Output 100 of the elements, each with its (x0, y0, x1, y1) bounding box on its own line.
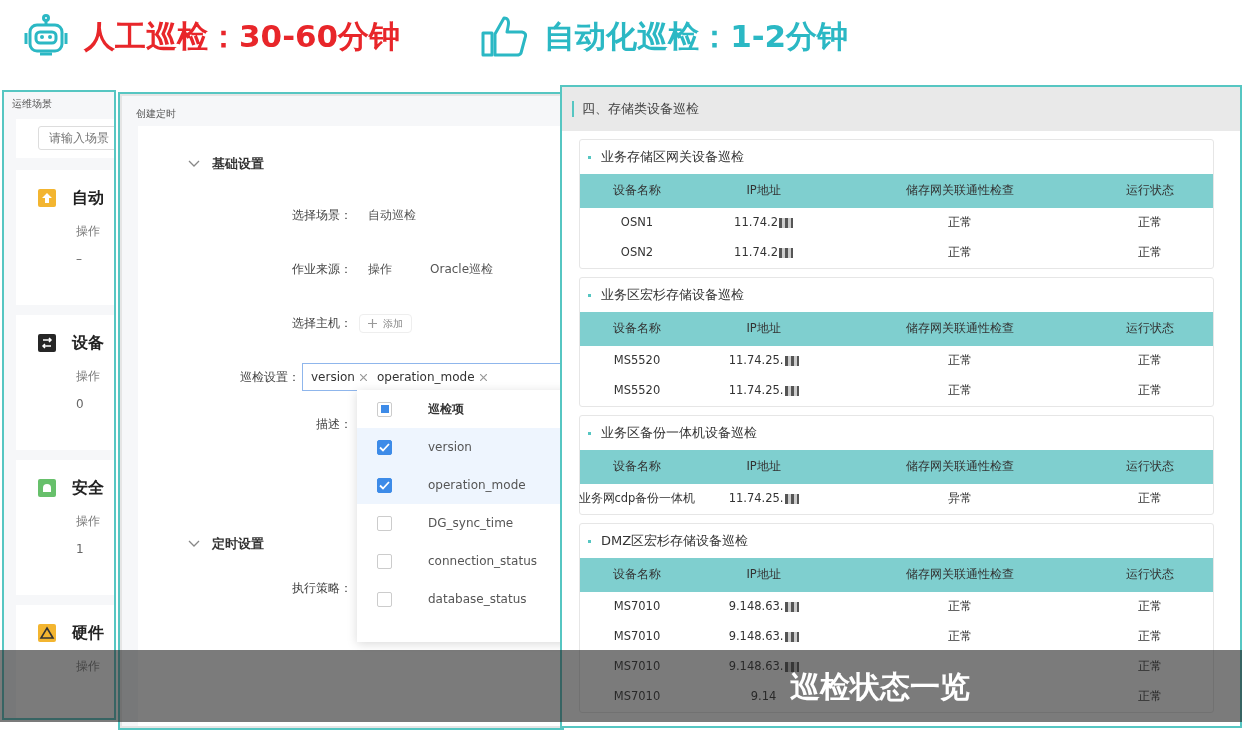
column-header: 运行状态 (1125, 182, 1174, 200)
checkbox[interactable] (377, 591, 392, 607)
table-cell: 正常 (1137, 352, 1162, 370)
table-cell: 11.74.25. (728, 490, 784, 508)
scene-name: 安全 (72, 477, 104, 499)
field-value: 操作 (368, 261, 392, 278)
table-cell: 正常 (1137, 490, 1162, 508)
column-header: 巡检项 (428, 401, 464, 418)
table-cell: MS7010 (613, 688, 661, 706)
section-title: 定时设置 (212, 534, 264, 553)
panel-title: 运维场景 (11, 97, 53, 111)
table-cell: 正常 (1137, 382, 1162, 400)
table-cell: 11.74.2 (734, 214, 778, 232)
column-header: 储存网关联通性检查 (905, 182, 1014, 200)
table-cell: MS7010 (613, 658, 661, 676)
table-cell: 正常 (947, 598, 972, 616)
checkbox[interactable] (377, 515, 392, 531)
column-header: IP地址 (746, 458, 781, 476)
column-header: 设备名称 (612, 458, 661, 476)
field-label: 巡检设置： (239, 369, 300, 386)
table-cell: 异常 (947, 490, 972, 508)
tag[interactable]: operation_mode (376, 368, 487, 386)
table-cell: 正常 (947, 244, 972, 262)
section-title: 业务区备份一体机设备巡检 (601, 424, 757, 443)
search-field[interactable]: 请输入场景 (38, 126, 114, 150)
checkbox[interactable] (377, 439, 392, 455)
table-cell: MS5520 (613, 382, 661, 400)
table-cell: 正常 (1137, 688, 1162, 706)
table-cell: 9.14 (750, 688, 777, 706)
column-header: IP地址 (746, 566, 781, 584)
field-label: 作业来源： (291, 261, 352, 278)
chevron-icon[interactable] (188, 540, 200, 548)
field-value: Oracle巡检 (430, 261, 494, 278)
table-cell: 11.74.25. (728, 352, 784, 370)
column-header: 运行状态 (1125, 458, 1174, 476)
table-cell: MS5520 (613, 352, 661, 370)
table-cell: 9.148.63. (728, 598, 784, 616)
section-title: 业务存储区网关设备巡检 (601, 148, 744, 167)
column-header: 设备名称 (612, 566, 661, 584)
column-header: IP地址 (746, 320, 781, 338)
table-cell: 11.74.25. (728, 382, 784, 400)
table-cell: OSN1 (620, 214, 654, 232)
table-cell: 正常 (1137, 658, 1162, 676)
scene-name: 设备 (72, 332, 104, 354)
scene-name: 自动 (72, 187, 104, 209)
table-cell: 正常 (1137, 244, 1162, 262)
table-cell: MS7010 (613, 628, 661, 646)
column-header: 设备名称 (612, 320, 661, 338)
table-cell: 正常 (1137, 598, 1162, 616)
section-title: 基础设置 (212, 154, 264, 173)
table-cell: 正常 (947, 382, 972, 400)
report-title: 四、存储类设备巡检 (582, 100, 699, 119)
table-cell: 正常 (947, 214, 972, 232)
option-row[interactable]: operation_mode (357, 466, 562, 504)
field-label: 选择主机： (291, 315, 352, 332)
dialog-title: 创建定时 (135, 107, 176, 121)
column-header: 储存网关联通性检查 (905, 458, 1014, 476)
checkbox[interactable] (377, 553, 392, 569)
section-title: DMZ区宏杉存储设备巡检 (601, 532, 749, 551)
caption-subtitle: 巡检状态一览 (790, 667, 970, 706)
field-label: 选择场景： (291, 207, 352, 224)
scene-label: 操作 (76, 223, 100, 240)
column-header: IP地址 (746, 182, 781, 200)
table-cell: 业务网cdp备份一体机 (578, 490, 696, 508)
scene-label: 操作 (76, 513, 100, 530)
column-header: 储存网关联通性检查 (905, 566, 1014, 584)
scene-count: 0 (76, 396, 84, 413)
table-cell: MS7010 (613, 598, 661, 616)
scene-name: 硬件 (72, 622, 104, 644)
scene-label: 操作 (76, 368, 100, 385)
field-label: 描述： (315, 416, 352, 433)
option-row[interactable]: database_status (357, 580, 562, 618)
table-cell: 正常 (947, 352, 972, 370)
column-header: 运行状态 (1125, 566, 1174, 584)
table-cell: OSN2 (620, 244, 654, 262)
add-button[interactable]: 添加 (359, 313, 412, 333)
section-title: 业务区宏杉存储设备巡检 (601, 286, 744, 305)
select-all-checkbox[interactable] (377, 401, 392, 417)
option-row[interactable]: DG_sync_time (357, 504, 562, 542)
robot-icon (22, 14, 70, 58)
close-icon[interactable] (359, 374, 367, 381)
table-cell: 正常 (1137, 628, 1162, 646)
table-cell: 9.148.63. (728, 658, 784, 676)
plus-icon (368, 319, 377, 328)
table-cell: 11.74.2 (734, 244, 778, 262)
field-label: 执行策略： (291, 580, 352, 597)
close-icon[interactable] (479, 374, 487, 381)
option-row[interactable]: connection_status (357, 542, 562, 580)
option-row[interactable]: version (357, 428, 562, 466)
table-cell: 正常 (1137, 214, 1162, 232)
automated-inspection-time: 自动化巡检：1-2分钟 (544, 16, 849, 56)
chevron-icon[interactable] (188, 160, 200, 168)
checkbox[interactable] (377, 477, 392, 493)
scene-count: 1 (76, 541, 84, 558)
scene-count: – (76, 251, 82, 268)
tag[interactable]: version (311, 368, 367, 386)
field-value: 自动巡检 (368, 207, 416, 224)
column-header: 设备名称 (612, 182, 661, 200)
column-header: 运行状态 (1125, 320, 1174, 338)
table-cell: 正常 (947, 628, 972, 646)
